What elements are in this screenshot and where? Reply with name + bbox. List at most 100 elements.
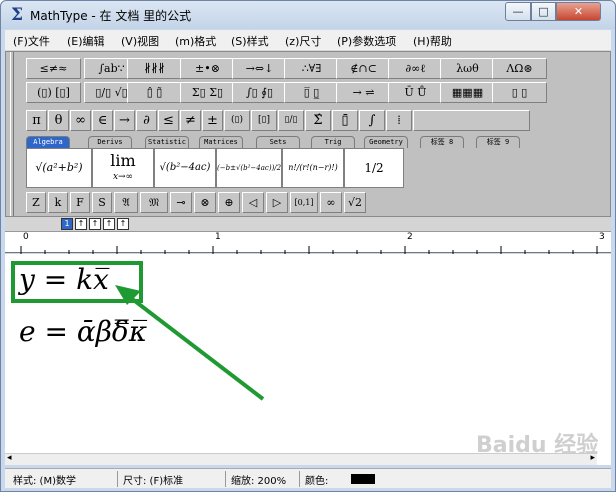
size-button-3[interactable]: ↑ xyxy=(89,218,101,230)
palette-sums[interactable]: Σ▯ Σ▯ xyxy=(180,82,235,103)
symbol-right-triangle[interactable]: ▷ xyxy=(266,192,288,213)
symbol-s[interactable]: S xyxy=(92,192,112,213)
template-pythagoras[interactable]: √(a²+b²) xyxy=(26,148,92,188)
palette-integrals[interactable]: ∫▯ ∮▯ xyxy=(232,82,287,103)
tab-sets[interactable]: Sets xyxy=(256,136,300,148)
highlight-box xyxy=(11,261,143,303)
menu-size[interactable]: (z)尺寸 xyxy=(285,33,321,49)
template-quadratic[interactable]: (−b±√(b²−4ac))/2a xyxy=(216,148,282,188)
symbol-multimap[interactable]: ⊸ xyxy=(170,192,192,213)
symbol-otimes[interactable]: ⊗ xyxy=(194,192,216,213)
symbol-empty-slot[interactable] xyxy=(413,110,530,131)
palette-arrows[interactable]: →⇔↓ xyxy=(232,58,287,79)
tab-statistics[interactable]: Statistic xyxy=(145,136,189,148)
ruler-label-3: 3 xyxy=(599,232,605,242)
symbol-sqrt-two[interactable]: √2 xyxy=(344,192,366,213)
status-zoom: 缩放: 200% xyxy=(231,476,287,487)
symbol-less-equal[interactable]: ≤ xyxy=(158,110,179,131)
palette-scripts[interactable]: ▯̂ ▯̃ xyxy=(127,82,182,103)
symbol-double-z[interactable]: Z xyxy=(26,192,46,213)
menu-style[interactable]: (S)样式 xyxy=(231,33,269,49)
scroll-right-icon[interactable]: ▸ xyxy=(590,453,595,463)
palette-misc[interactable]: ∂∞ℓ xyxy=(388,58,443,79)
tab-label-9[interactable]: 标签 9 xyxy=(476,136,520,148)
size-button-2[interactable]: ↑ xyxy=(75,218,87,230)
symbol-infinity[interactable]: ∞ xyxy=(70,110,91,131)
symbol-k[interactable]: k xyxy=(48,192,68,213)
menu-file[interactable]: (F)文件 xyxy=(13,33,50,49)
palette-products[interactable]: Ū Ů xyxy=(388,82,443,103)
tab-geometry[interactable]: Geometry xyxy=(364,136,408,148)
status-color-label: 颜色: xyxy=(305,476,329,487)
status-divider xyxy=(225,471,226,487)
close-button[interactable]: ✕ xyxy=(556,2,601,21)
symbol-left-triangle[interactable]: ◁ xyxy=(242,192,264,213)
template-limit[interactable]: lim x→∞ xyxy=(92,148,154,188)
palette-fences[interactable]: (▯) [▯] xyxy=(26,82,81,103)
title-bar: Σ MathType - 在 文档 里的公式 — □ ✕ xyxy=(1,1,615,29)
template-discriminant[interactable]: √(b²−4ac) xyxy=(154,148,216,188)
symbol-not-equal[interactable]: ≠ xyxy=(180,110,201,131)
symbol-f[interactable]: F xyxy=(70,192,90,213)
symbol-infinity-small[interactable]: ∞ xyxy=(320,192,342,213)
tab-algebra[interactable]: Algebra xyxy=(26,136,70,148)
scroll-left-icon[interactable]: ◂ xyxy=(7,453,12,463)
palette-labeled-arrows[interactable]: → ⇌ xyxy=(336,82,391,103)
toolbar-grip[interactable] xyxy=(10,52,14,216)
palette-embellishments[interactable]: ∦∦∦ xyxy=(127,58,182,79)
template-brackets[interactable]: [▯] xyxy=(251,110,277,131)
size-button-5[interactable]: ↑ xyxy=(117,218,129,230)
symbol-partial[interactable]: ∂ xyxy=(136,110,157,131)
palette-matrices[interactable]: ▦▦▦ xyxy=(440,82,495,103)
palette-sets[interactable]: ∉∩⊂ xyxy=(336,58,391,79)
window-title: MathType - 在 文档 里的公式 xyxy=(30,9,192,23)
palette-boxes[interactable]: ▯ ▯ xyxy=(492,82,547,103)
template-integral[interactable]: ∫ xyxy=(359,110,385,131)
tab-derivs[interactable]: Derivs xyxy=(88,136,132,148)
palette-logic[interactable]: ∴∀∃ xyxy=(284,58,339,79)
symbol-fraktur-m[interactable]: 𝔐 xyxy=(140,192,168,213)
template-parentheses[interactable]: (▯) xyxy=(224,110,250,131)
menu-help[interactable]: (H)帮助 xyxy=(413,33,452,49)
horizontal-scrollbar[interactable]: ◂ ▸ xyxy=(5,453,597,465)
ruler-label-1: 1 xyxy=(215,232,221,242)
menu-format[interactable]: (m)格式 xyxy=(175,33,216,49)
symbol-fraktur-a[interactable]: 𝔄 xyxy=(114,192,138,213)
toolbar-area: ≤≠≈ ∫ab∵ ∦∦∦ ±•⊗ →⇔↓ ∴∀∃ ∉∩⊂ ∂∞ℓ λωθ ΛΩ⊛… xyxy=(5,51,611,217)
menu-preferences[interactable]: (P)参数选项 xyxy=(337,33,396,49)
status-bar: 样式: (M)数学 尺寸: (F)标准 缩放: 200% 颜色: xyxy=(5,468,611,488)
template-combination[interactable]: n!/(r!(n−r)!) xyxy=(282,148,344,188)
tab-trig[interactable]: Trig xyxy=(311,136,355,148)
palette-relations[interactable]: ≤≠≈ xyxy=(26,58,81,79)
minimize-button[interactable]: — xyxy=(505,2,531,21)
symbol-interval[interactable]: [0,1] xyxy=(290,192,318,213)
lim-subscript: x→∞ xyxy=(112,172,134,182)
equation-e-equals-alpha-beta-delta-kappa[interactable]: e = ᾱβδ̿κ̅ xyxy=(19,315,147,348)
symbol-oplus[interactable]: ⊕ xyxy=(218,192,240,213)
size-button-4[interactable]: ↑ xyxy=(103,218,115,230)
size-button-1[interactable]: 1 xyxy=(61,218,73,230)
symbol-plus-minus[interactable]: ± xyxy=(202,110,223,131)
template-fraction[interactable]: ▯/▯ xyxy=(278,110,304,131)
mathtype-window: Σ MathType - 在 文档 里的公式 — □ ✕ (F)文件 (E)编辑… xyxy=(0,0,616,492)
palette-greek-upper[interactable]: ΛΩ⊛ xyxy=(492,58,547,79)
palette-operators[interactable]: ±•⊗ xyxy=(180,58,235,79)
tab-label-8[interactable]: 标签 8 xyxy=(420,136,464,148)
symbol-right-arrow[interactable]: → xyxy=(114,110,135,131)
palette-greek-lower[interactable]: λωθ xyxy=(440,58,495,79)
color-swatch[interactable] xyxy=(351,474,375,484)
template-overbar[interactable]: ▯̄ xyxy=(332,110,358,131)
symbol-theta[interactable]: θ xyxy=(48,110,69,131)
template-one-half[interactable]: 1/2 xyxy=(344,148,404,188)
symbol-element-of[interactable]: ∈ xyxy=(92,110,113,131)
menu-bar: (F)文件 (E)编辑 (V)视图 (m)格式 (S)样式 (z)尺寸 (P)参… xyxy=(5,30,611,51)
maximize-button[interactable]: □ xyxy=(531,2,556,21)
palette-bars[interactable]: ▯̅ ▯̲ xyxy=(284,82,339,103)
symbol-pi[interactable]: π xyxy=(26,110,47,131)
menu-view[interactable]: (V)视图 xyxy=(121,33,159,49)
template-vertical-dots[interactable]: ⁞ xyxy=(386,110,412,131)
menu-edit[interactable]: (E)编辑 xyxy=(67,33,105,49)
template-sum-hat[interactable]: Σ̂ xyxy=(305,110,331,131)
ruler[interactable]: 0 1 2 3 xyxy=(5,231,611,254)
tab-matrices[interactable]: Matrices xyxy=(199,136,243,148)
